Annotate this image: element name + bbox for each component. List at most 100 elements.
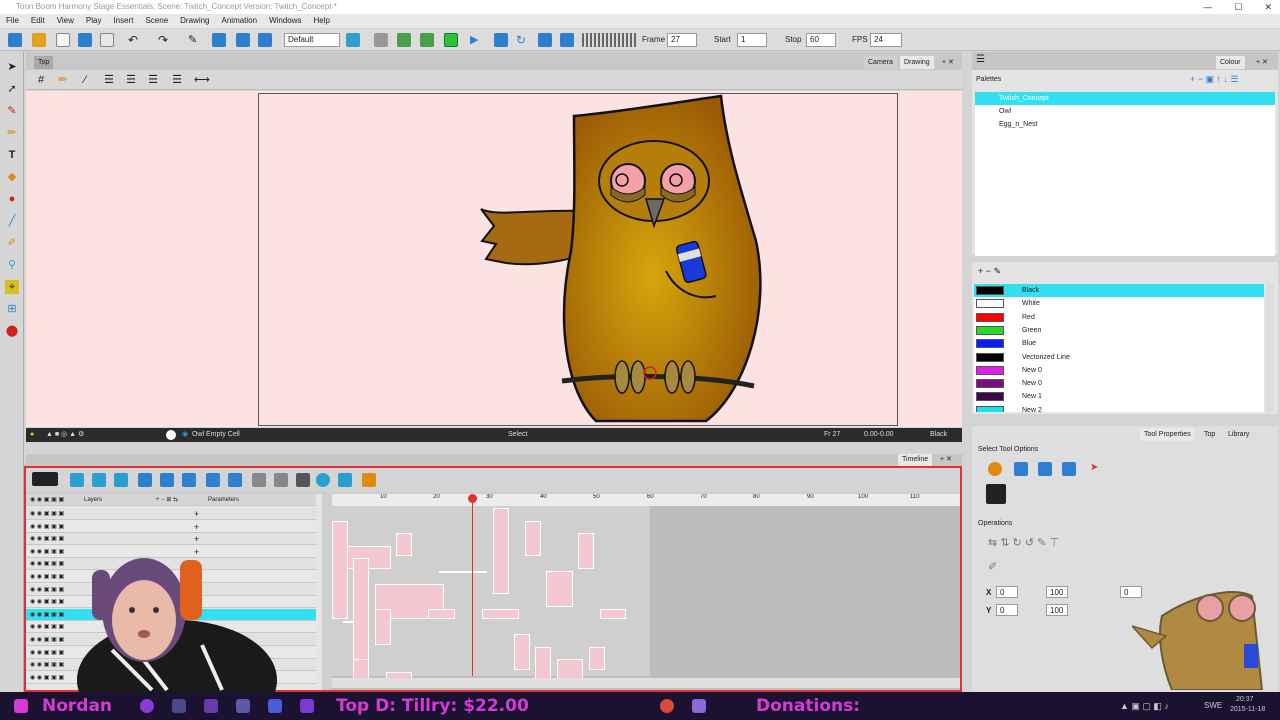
keyframe-d-icon[interactable] — [206, 473, 220, 487]
layer-visibility-icons[interactable]: ◉ ◉ ▣ ▣ ▣ — [30, 558, 64, 570]
status-tools-icons[interactable]: ▲ ■ ◎ ▲ ⚙ — [46, 428, 84, 442]
layer-visibility-icons[interactable]: ◉ ◉ ▣ ▣ ▣ — [30, 508, 64, 520]
menu-scene[interactable]: Scene — [145, 14, 168, 28]
menu-edit[interactable]: Edit — [31, 14, 45, 28]
drawing-canvas[interactable] — [26, 91, 962, 427]
tool-a-icon[interactable] — [212, 33, 226, 47]
tool-c-icon[interactable] — [258, 33, 272, 47]
exposure-cell[interactable] — [428, 608, 456, 620]
dropper-icon[interactable]: ✐ — [5, 236, 19, 250]
snap-a-icon[interactable] — [1014, 462, 1028, 476]
keyframe-a-icon[interactable] — [138, 473, 152, 487]
workspace-select[interactable]: Default — [284, 33, 340, 47]
app-f-icon[interactable] — [660, 699, 674, 713]
width-field[interactable]: 100 — [1046, 586, 1068, 598]
play-icon[interactable]: ▶ — [470, 33, 484, 47]
line-tool-icon[interactable]: ╱ — [5, 214, 19, 228]
owl-character-drawing[interactable] — [26, 91, 962, 427]
visibility-icons[interactable]: ◉ ◉ ▣ ▣ ▣ — [30, 494, 64, 506]
layer-visibility-icons[interactable]: ◉ ◉ ▣ ▣ ▣ — [30, 647, 64, 659]
disabled-a-icon[interactable] — [252, 473, 266, 487]
layer-visibility-icons[interactable]: ◉ ◉ ▣ ▣ ▣ — [30, 621, 64, 633]
show-strokes-icon[interactable]: ⁄ — [78, 73, 92, 87]
sound-icon[interactable] — [538, 33, 552, 47]
x-field[interactable]: 0 — [996, 586, 1018, 598]
add-layer-icon[interactable] — [92, 473, 106, 487]
playhead-handle[interactable] — [468, 494, 477, 503]
menu-drawing[interactable]: Drawing — [180, 14, 209, 28]
import-icon[interactable] — [100, 33, 114, 47]
snap-b-icon[interactable] — [1038, 462, 1052, 476]
pencil-view-icon[interactable]: ✏ — [56, 73, 70, 87]
layer-visibility-icons[interactable]: ◉ ◉ ▣ ▣ ▣ — [30, 533, 64, 545]
onion-icon[interactable] — [316, 473, 330, 487]
eraser-icon[interactable]: ● — [5, 192, 19, 206]
menu-insert[interactable]: Insert — [113, 14, 133, 28]
app-c-icon[interactable] — [236, 699, 250, 713]
sound-scrub-icon[interactable] — [560, 33, 574, 47]
contour-editor-icon[interactable]: ➚ — [5, 82, 19, 96]
layer-visibility-icons[interactable]: ◉ ◉ ▣ ▣ ▣ — [30, 659, 64, 671]
key-icon[interactable] — [296, 473, 310, 487]
lasso-icon[interactable] — [988, 462, 1002, 476]
menu-play[interactable]: Play — [86, 14, 102, 28]
exposure-cell[interactable] — [481, 608, 520, 620]
exposure-cell[interactable] — [332, 520, 349, 620]
transform-tool-icon[interactable]: ⌖ — [5, 280, 19, 294]
keyframe-b-icon[interactable] — [160, 473, 174, 487]
exposure-cell[interactable] — [492, 508, 509, 595]
layer-visibility-icons[interactable]: ◉ ◉ ▣ ▣ ▣ — [30, 634, 64, 646]
stop-field[interactable]: 60 — [806, 33, 836, 47]
play-sound-icon[interactable] — [494, 33, 508, 47]
morph-icon[interactable]: ⬤ — [5, 324, 19, 338]
color-item[interactable]: New 1 — [974, 390, 1264, 403]
grid-toggle-icon[interactable]: # — [34, 73, 48, 87]
palette-item[interactable]: Owl — [975, 105, 1275, 118]
layer-ops-icons[interactable]: + − ⊞ ⇆ — [156, 494, 178, 506]
color-item[interactable]: New 2 — [974, 404, 1264, 412]
tray-icons[interactable]: ▲ ▣ ▢ ◧ ♪ — [1120, 692, 1169, 720]
maximize-button[interactable]: ☐ — [1234, 0, 1242, 14]
close-button[interactable]: ✕ — [1264, 0, 1272, 14]
height-field[interactable]: 100 — [1046, 604, 1068, 616]
colour-close-icon[interactable]: + ✕ — [1252, 56, 1272, 69]
start-field[interactable]: 1 — [737, 33, 767, 47]
layer-row[interactable]: ◉ ◉ ▣ ▣ ▣ + — [26, 508, 316, 520]
redo-icon[interactable]: ↷ — [158, 33, 172, 47]
top-view-tab[interactable]: Top — [34, 56, 54, 69]
layer-visibility-icons[interactable]: ◉ ◉ ▣ ▣ ▣ — [30, 546, 64, 558]
snap-c-icon[interactable] — [1062, 462, 1076, 476]
layer-c-icon[interactable]: ☰ — [146, 73, 160, 87]
frame-ruler[interactable]: 10 20 30 40 50 60 70 80 90 100 110 — [332, 494, 960, 506]
exposure-cell[interactable] — [439, 571, 488, 573]
save-icon[interactable] — [56, 33, 70, 47]
app-d-icon[interactable] — [268, 699, 282, 713]
menu-view[interactable]: View — [57, 14, 74, 28]
layer-visibility-icons[interactable]: ◉ ◉ ▣ ▣ ▣ — [30, 596, 64, 608]
exposure-cell[interactable] — [546, 571, 573, 607]
select-tool-icon[interactable]: ➤ — [5, 60, 19, 74]
tween-icon[interactable] — [362, 473, 376, 487]
workspace-manager-icon[interactable] — [346, 33, 360, 47]
color-item[interactable]: New 0 — [974, 377, 1264, 390]
tab-library[interactable]: Library — [1224, 428, 1253, 441]
app-e-icon[interactable] — [300, 699, 314, 713]
playback-speed-slider[interactable] — [582, 33, 638, 47]
timeline-scrollbar[interactable] — [332, 678, 960, 688]
exposure-cell[interactable] — [374, 608, 391, 645]
playhead[interactable] — [472, 494, 473, 676]
zoom-icon[interactable]: ⚲ — [5, 258, 19, 272]
color-actions-icons[interactable]: + − ✎ — [978, 266, 1001, 277]
menu-windows[interactable]: Windows — [269, 14, 301, 28]
reset-icon[interactable]: ✎ — [188, 33, 202, 47]
disabled-b-icon[interactable] — [274, 473, 288, 487]
minimize-button[interactable]: — — [1203, 0, 1212, 14]
layer-b-icon[interactable]: ☰ — [124, 73, 138, 87]
layer-visibility-icons[interactable]: ◉ ◉ ▣ ▣ ▣ — [30, 571, 64, 583]
menu-help[interactable]: Help — [314, 14, 330, 28]
color-item[interactable]: White — [974, 297, 1264, 310]
layer-d-icon[interactable]: ☰ — [170, 73, 184, 87]
open-folder-icon[interactable] — [32, 33, 46, 47]
layer-visibility-icons[interactable]: ◉ ◉ ▣ ▣ ▣ — [30, 672, 64, 684]
color-item[interactable]: Red — [974, 311, 1264, 324]
